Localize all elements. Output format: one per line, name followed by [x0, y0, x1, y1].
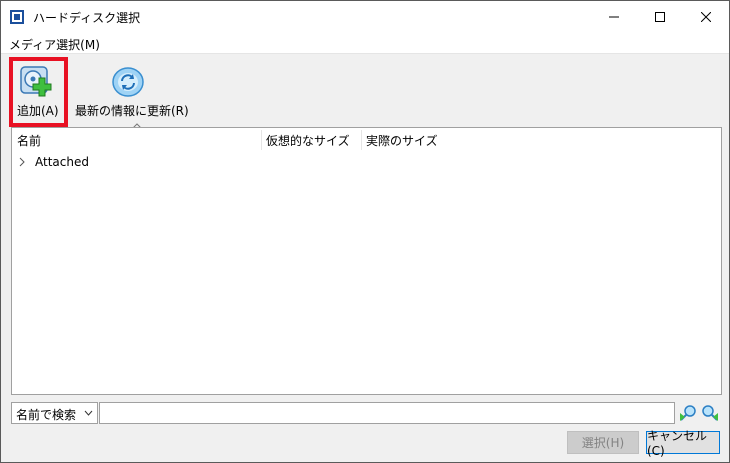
cancel-button[interactable]: キャンセル(C) [646, 429, 720, 458]
maximize-icon [655, 12, 665, 22]
search-bar: 名前で検索 [1, 401, 729, 425]
column-header-virtual-size[interactable]: 仮想的なサイズ [266, 132, 350, 149]
search-mode-select[interactable]: 名前で検索 [11, 402, 98, 424]
close-button[interactable] [683, 1, 729, 33]
chevron-right-icon[interactable] [18, 157, 26, 167]
refresh-button-label: 最新の情報に更新(R) [75, 104, 189, 118]
virtualbox-app-icon [10, 10, 24, 24]
column-separator[interactable] [261, 130, 262, 150]
menu-media-select[interactable]: メディア選択(M) [9, 36, 100, 53]
select-button[interactable]: 選択(H) [567, 431, 639, 454]
highlight-box [9, 57, 68, 127]
toolbar: 追加(A) 最新の情報に更新(R) [1, 54, 729, 126]
tree-group-label: Attached [35, 155, 89, 169]
window-title: ハードディスク選択 [33, 11, 141, 25]
refresh-icon [112, 67, 144, 97]
menu-bar: メディア選択(M) [1, 33, 729, 54]
column-header-actual-size[interactable]: 実際のサイズ [366, 132, 438, 149]
column-header-name[interactable]: 名前 [17, 132, 41, 149]
close-icon [701, 12, 711, 22]
media-list[interactable]: 名前 仮想的なサイズ 実際のサイズ Attached [11, 127, 722, 395]
search-next-icon[interactable] [678, 403, 698, 423]
search-previous-icon[interactable] [700, 403, 720, 423]
maximize-button[interactable] [637, 1, 683, 33]
search-input[interactable] [99, 402, 675, 424]
column-separator[interactable] [361, 130, 362, 150]
minimize-icon [609, 16, 619, 18]
title-bar: ハードディスク選択 [1, 1, 729, 33]
minimize-button[interactable] [591, 1, 637, 33]
search-mode-value: 名前で検索 [16, 408, 77, 422]
tree-group-attached[interactable]: Attached [18, 154, 89, 170]
refresh-button[interactable]: 最新の情報に更新(R) [75, 54, 189, 120]
hard-disk-selector-window: ハードディスク選択 メディア選択(M) 追加(A) 最新の情報に更新(R) 名前… [0, 0, 730, 463]
chevron-down-icon [84, 410, 93, 416]
